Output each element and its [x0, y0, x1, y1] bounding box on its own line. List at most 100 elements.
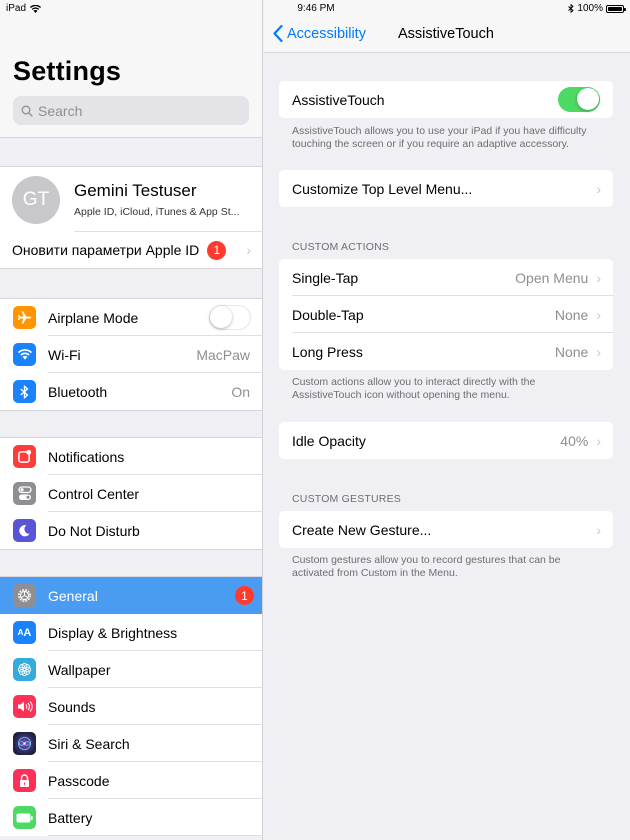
sidebar-item-siri-search[interactable]: Siri & Search	[0, 725, 262, 762]
clock: 9:46 PM	[297, 3, 335, 14]
assistivetouch-row: AssistiveTouch	[279, 81, 613, 118]
sidebar-item-label: Notifications	[48, 448, 125, 465]
sidebar-header: Settings Search	[0, 0, 262, 138]
update-apple-id-row[interactable]: Оновити параметри Apple ID 1 ›	[0, 232, 262, 268]
sidebar-item-label: General	[48, 587, 98, 604]
wifi-status-icon	[30, 4, 42, 13]
moon-icon	[13, 519, 36, 542]
assistivetouch-card: AssistiveTouch	[279, 81, 613, 118]
sidebar-item-battery[interactable]: Battery	[0, 799, 262, 836]
speaker-icon	[13, 695, 36, 718]
single-tap-row[interactable]: Single-Tap Open Menu ›	[279, 259, 613, 296]
idle-opacity-label: Idle Opacity	[292, 432, 366, 449]
sidebar-item-wifi[interactable]: Wi-Fi MacPaw	[0, 336, 262, 373]
create-gesture-label: Create New Gesture...	[292, 521, 432, 538]
idle-opacity-value: 40%	[560, 432, 589, 449]
bluetooth-value: On	[231, 383, 250, 400]
assistivetouch-toggle[interactable]	[558, 87, 600, 112]
airplane-icon	[13, 306, 36, 329]
chevron-right-icon: ›	[596, 432, 601, 449]
notifications-icon	[13, 445, 36, 468]
sidebar-item-label: Display & Brightness	[48, 624, 178, 641]
sidebar-item-general[interactable]: General 1	[0, 577, 262, 614]
idle-opacity-card: Idle Opacity 40% ›	[279, 422, 613, 459]
bluetooth-icon	[13, 380, 36, 403]
assistivetouch-label: AssistiveTouch	[292, 91, 385, 108]
action-label: Single-Tap	[292, 269, 359, 286]
lock-icon	[13, 769, 36, 792]
sidebar-item-label: Wallpaper	[48, 661, 111, 678]
sidebar-item-wallpaper[interactable]: Wallpaper	[0, 651, 262, 688]
sidebar-item-label: Control Center	[48, 485, 140, 502]
double-tap-row[interactable]: Double-Tap None ›	[279, 296, 613, 333]
chevron-right-icon: ›	[596, 306, 601, 323]
gear-icon	[13, 584, 36, 607]
sidebar-item-label: Airplane Mode	[48, 309, 139, 326]
custom-actions-header: CUSTOM ACTIONS	[292, 241, 390, 253]
sidebar-item-label: Sounds	[48, 698, 96, 715]
nav-title: AssistiveTouch	[398, 26, 494, 42]
status-bar: iPad 9:46 PM 100%	[0, 0, 630, 18]
action-label: Double-Tap	[292, 306, 364, 323]
profile-group: GT Gemini Testuser Apple ID, iCloud, iTu…	[0, 166, 262, 269]
action-value: None	[554, 343, 589, 360]
avatar: GT	[12, 175, 60, 224]
sidebar-item-label: Do Not Disturb	[48, 522, 140, 539]
assistivetouch-footer: AssistiveTouch allows you to use your iP…	[292, 125, 587, 150]
sidebar-item-passcode[interactable]: Passcode	[0, 762, 262, 799]
action-value: Open Menu	[515, 269, 589, 286]
back-button[interactable]: Accessibility	[273, 25, 366, 42]
custom-gestures-header: CUSTOM GESTURES	[292, 493, 401, 505]
apple-id-profile[interactable]: GT Gemini Testuser Apple ID, iCloud, iTu…	[0, 167, 262, 232]
notification-badge: 1	[235, 586, 254, 605]
chevron-right-icon: ›	[596, 180, 601, 197]
detail-pane: Accessibility AssistiveTouch AssistiveTo…	[264, 0, 630, 840]
notification-badge: 1	[207, 240, 227, 260]
sidebar-item-label: Bluetooth	[48, 383, 108, 400]
battery-icon	[13, 806, 36, 829]
action-label: Long Press	[292, 343, 363, 360]
search-input[interactable]: Search	[13, 96, 249, 125]
search-icon	[21, 105, 33, 117]
general-group: General 1 AA Display & Brightness Wallpa…	[0, 576, 262, 836]
search-placeholder: Search	[38, 102, 83, 119]
sidebar-item-sounds[interactable]: Sounds	[0, 688, 262, 725]
chevron-right-icon: ›	[246, 242, 251, 258]
sidebar-item-notifications[interactable]: Notifications	[0, 438, 262, 475]
connectivity-group: Airplane Mode Wi-Fi MacPaw Bluetooth On	[0, 298, 262, 411]
back-label: Accessibility	[287, 25, 366, 42]
profile-name: Gemini Testuser	[74, 181, 197, 200]
sidebar-item-label: Battery	[48, 809, 93, 826]
sidebar-item-control-center[interactable]: Control Center	[0, 475, 262, 512]
update-apple-id-label: Оновити параметри Apple ID	[12, 242, 200, 258]
battery-percent: 100%	[577, 3, 603, 14]
sidebar-item-label: Passcode	[48, 772, 110, 789]
customize-menu-label: Customize Top Level Menu...	[292, 180, 473, 197]
sidebar-item-do-not-disturb[interactable]: Do Not Disturb	[0, 512, 262, 549]
long-press-row[interactable]: Long Press None ›	[279, 333, 613, 370]
action-value: None	[554, 306, 589, 323]
page-title: Settings	[13, 56, 122, 86]
customize-card: Customize Top Level Menu... ›	[279, 170, 613, 207]
idle-opacity-row[interactable]: Idle Opacity 40% ›	[279, 422, 613, 459]
sidebar-item-display-brightness[interactable]: AA Display & Brightness	[0, 614, 262, 651]
device-label: iPad	[6, 3, 27, 14]
custom-gestures-card: Create New Gesture... ›	[279, 511, 613, 548]
display-brightness-icon: AA	[13, 621, 36, 644]
control-center-icon	[13, 482, 36, 505]
sidebar-item-airplane-mode[interactable]: Airplane Mode	[0, 299, 262, 336]
create-new-gesture-row[interactable]: Create New Gesture... ›	[279, 511, 613, 548]
custom-actions-card: Single-Tap Open Menu › Double-Tap None ›…	[279, 259, 613, 370]
chevron-right-icon: ›	[596, 343, 601, 360]
airplane-mode-toggle[interactable]	[209, 305, 251, 330]
sidebar-item-label: Wi-Fi	[48, 346, 81, 363]
settings-sidebar: Settings Search GT Gemini Testuser Apple…	[0, 0, 263, 840]
siri-icon	[13, 732, 36, 755]
wifi-icon	[13, 343, 36, 366]
wallpaper-icon	[13, 658, 36, 681]
customize-top-level-menu-row[interactable]: Customize Top Level Menu... ›	[279, 170, 613, 207]
custom-gestures-footer: Custom gestures allow you to record gest…	[292, 554, 561, 579]
custom-actions-footer: Custom actions allow you to interact dir…	[292, 376, 536, 401]
sidebar-item-bluetooth[interactable]: Bluetooth On	[0, 373, 262, 410]
chevron-right-icon: ›	[596, 269, 601, 286]
